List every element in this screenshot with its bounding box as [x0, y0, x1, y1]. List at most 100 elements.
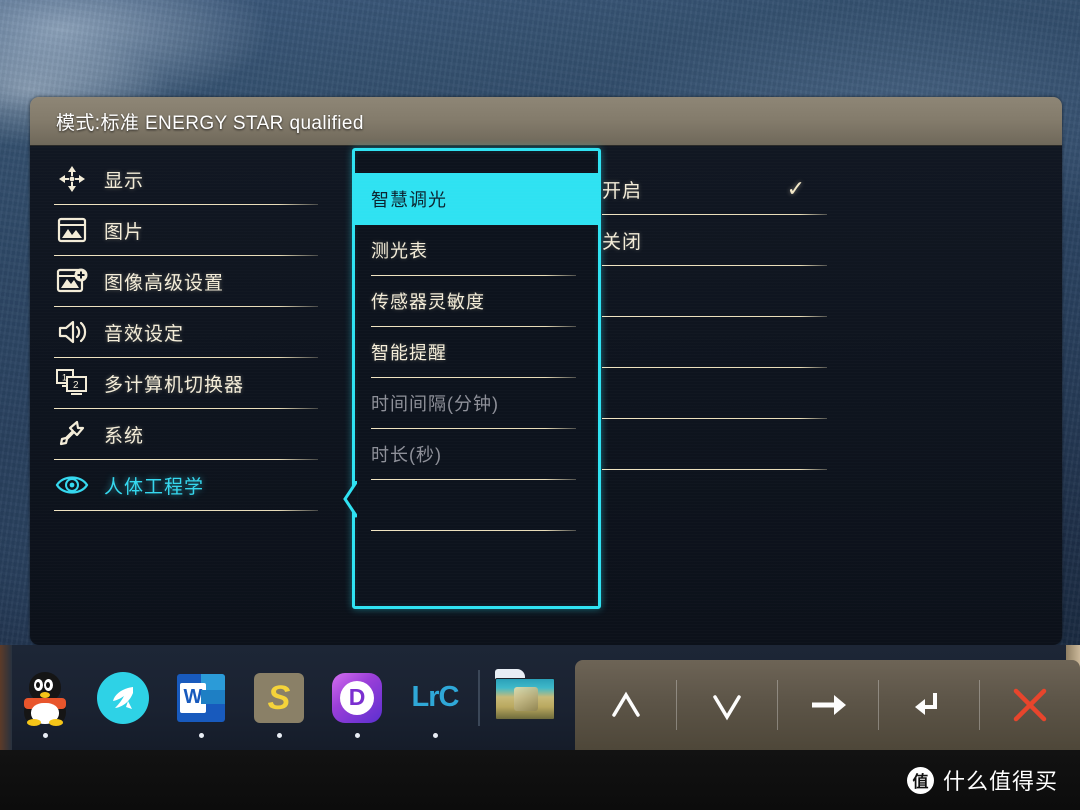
- shrink-arrows-icon: [52, 163, 92, 195]
- taskbar-item-sublime-text[interactable]: S: [240, 645, 318, 750]
- submenu-item-label: 测光表: [371, 241, 428, 261]
- taskbar-item-d-app[interactable]: D: [318, 645, 396, 750]
- osd-button-up[interactable]: [575, 660, 676, 750]
- sublime-letter: S: [267, 678, 291, 717]
- value-row-empty: [602, 368, 827, 418]
- value-row-on[interactable]: 开启 ✓: [602, 164, 827, 214]
- osd-button-back[interactable]: [878, 660, 979, 750]
- sidebar-divider: [54, 510, 318, 511]
- sidebar-item-display[interactable]: 显示: [52, 154, 342, 204]
- sidebar-item-label: 音效设定: [104, 323, 185, 345]
- sidebar-item-system[interactable]: 系统: [52, 409, 342, 459]
- chevron-down-icon: [712, 695, 741, 721]
- sidebar-item-label: 图片: [104, 221, 145, 243]
- running-indicator: [198, 733, 204, 738]
- back-arrow-icon: [914, 693, 937, 715]
- osd-body: 显示 图片 图像高级设置 音效设定 1 2 多计算机切换器 系统 人体工程学 智…: [30, 146, 1062, 645]
- d-app-icon: D: [329, 670, 385, 726]
- submenu-item-label: 智能提醒: [371, 343, 447, 363]
- submenu-item-smart-dimming[interactable]: 智慧调光: [355, 173, 598, 225]
- monitor-osd-panel: 模式:标准 ENERGY STAR qualified 显示 图片 图像高级设置…: [30, 97, 1062, 645]
- sidebar-item-label: 图像高级设置: [104, 272, 225, 294]
- submenu-item-light-meter[interactable]: 测光表: [355, 225, 598, 275]
- d-letter: D: [340, 680, 374, 715]
- submenu-item-label: 传感器灵敏度: [371, 292, 485, 312]
- running-indicator: [432, 733, 438, 738]
- value-row-empty-wrap: [602, 419, 827, 470]
- arrow-right-icon: [811, 695, 846, 715]
- bezel-left-edge: [0, 645, 12, 750]
- picture-icon: [52, 214, 92, 246]
- submenu-pointer-notch: [341, 480, 359, 521]
- value-row-empty: [602, 317, 827, 367]
- window-preview-thumbnail: [495, 668, 555, 726]
- osd-value-column: 开启 ✓ 关闭: [602, 164, 827, 470]
- value-row-on-wrap: 开启 ✓: [602, 164, 827, 215]
- value-row-label: 关闭: [602, 231, 643, 253]
- value-divider: [602, 469, 827, 470]
- taskbar-item-word[interactable]: W: [162, 645, 240, 750]
- osd-submenu-column: 智慧调光 测光表 传感器灵敏度 智能提醒 时间间隔(分钟) 时长(秒): [343, 148, 601, 609]
- close-x-icon: [1013, 688, 1046, 722]
- lightroom-classic-icon: LrC: [407, 670, 463, 726]
- running-indicator: [42, 733, 48, 738]
- submenu-item-label: 智慧调光: [371, 190, 447, 210]
- value-row-off-wrap: 关闭: [602, 215, 827, 266]
- watermark-text: 什么值得买: [942, 769, 1058, 794]
- osd-button-confirm[interactable]: [777, 660, 878, 750]
- picture-plus-icon: [52, 265, 92, 297]
- sidebar-item-label: 多计算机切换器: [104, 374, 245, 396]
- submenu-item-time-interval: 时间间隔(分钟): [355, 378, 598, 428]
- running-indicator: [354, 733, 360, 738]
- checkmark-icon: ✓: [786, 176, 805, 201]
- taskbar-separator: [478, 669, 480, 726]
- taskbar-window-preview[interactable]: [484, 645, 562, 750]
- osd-sidebar: 显示 图片 图像高级设置 音效设定 1 2 多计算机切换器 系统 人体工程学: [52, 154, 342, 511]
- value-row-empty-wrap: [602, 317, 827, 368]
- sidebar-item-label: 系统: [104, 425, 145, 447]
- word-letter: W: [180, 682, 206, 713]
- taskbar-item-cyan-app[interactable]: [84, 645, 162, 750]
- qq-penguin-icon: [17, 670, 73, 726]
- cyan-bird-icon: [95, 670, 151, 726]
- speaker-icon: [52, 316, 92, 348]
- submenu-item-smart-reminder[interactable]: 智能提醒: [355, 327, 598, 377]
- chevron-up-icon: [611, 691, 640, 717]
- sidebar-item-ergonomics[interactable]: 人体工程学: [52, 460, 342, 510]
- svg-text:2: 2: [73, 380, 79, 391]
- sidebar-item-picture[interactable]: 图片: [52, 205, 342, 255]
- kvm-monitors-icon: 1 2: [52, 367, 92, 399]
- value-row-empty-wrap: [602, 368, 827, 419]
- sidebar-item-kvm[interactable]: 1 2 多计算机切换器: [52, 358, 342, 408]
- eye-icon: [52, 469, 92, 501]
- submenu-item-label: 时间间隔(分钟): [371, 394, 499, 414]
- value-row-empty: [602, 266, 827, 316]
- sidebar-item-label: 显示: [104, 170, 145, 192]
- sidebar-item-advanced-image[interactable]: 图像高级设置: [52, 256, 342, 306]
- submenu-item-label: 时长(秒): [371, 445, 442, 465]
- word-icon: W: [173, 670, 229, 726]
- wrench-icon: [52, 418, 92, 450]
- osd-button-exit[interactable]: [979, 660, 1080, 750]
- submenu-item-duration: 时长(秒): [355, 429, 598, 479]
- running-indicator: [276, 733, 282, 738]
- submenu-top-spacer: [355, 151, 598, 173]
- osd-button-down[interactable]: [676, 660, 777, 750]
- value-row-off[interactable]: 关闭: [602, 215, 827, 265]
- osd-button-strip: [575, 660, 1080, 750]
- watermark-badge: 值: [906, 766, 934, 794]
- taskbar-item-qq[interactable]: [6, 645, 84, 750]
- value-row-empty-wrap: [602, 266, 827, 317]
- submenu-item-sensor-sensitivity[interactable]: 传感器灵敏度: [355, 276, 598, 326]
- submenu-item-empty: [355, 480, 598, 530]
- taskbar-item-lightroom[interactable]: LrC: [396, 645, 474, 750]
- submenu-divider: [371, 530, 576, 531]
- lrc-label: LrC: [411, 681, 460, 713]
- sublime-text-icon: S: [251, 670, 307, 726]
- sidebar-item-audio[interactable]: 音效设定: [52, 307, 342, 357]
- watermark: 值 什么值得买: [906, 764, 1058, 796]
- value-row-label: 开启: [602, 180, 643, 202]
- osd-header-bar: 模式:标准 ENERGY STAR qualified: [30, 97, 1062, 146]
- osd-mode-title: 模式:标准 ENERGY STAR qualified: [56, 112, 364, 134]
- taskbar-icon-group: W S D LrC: [0, 645, 562, 750]
